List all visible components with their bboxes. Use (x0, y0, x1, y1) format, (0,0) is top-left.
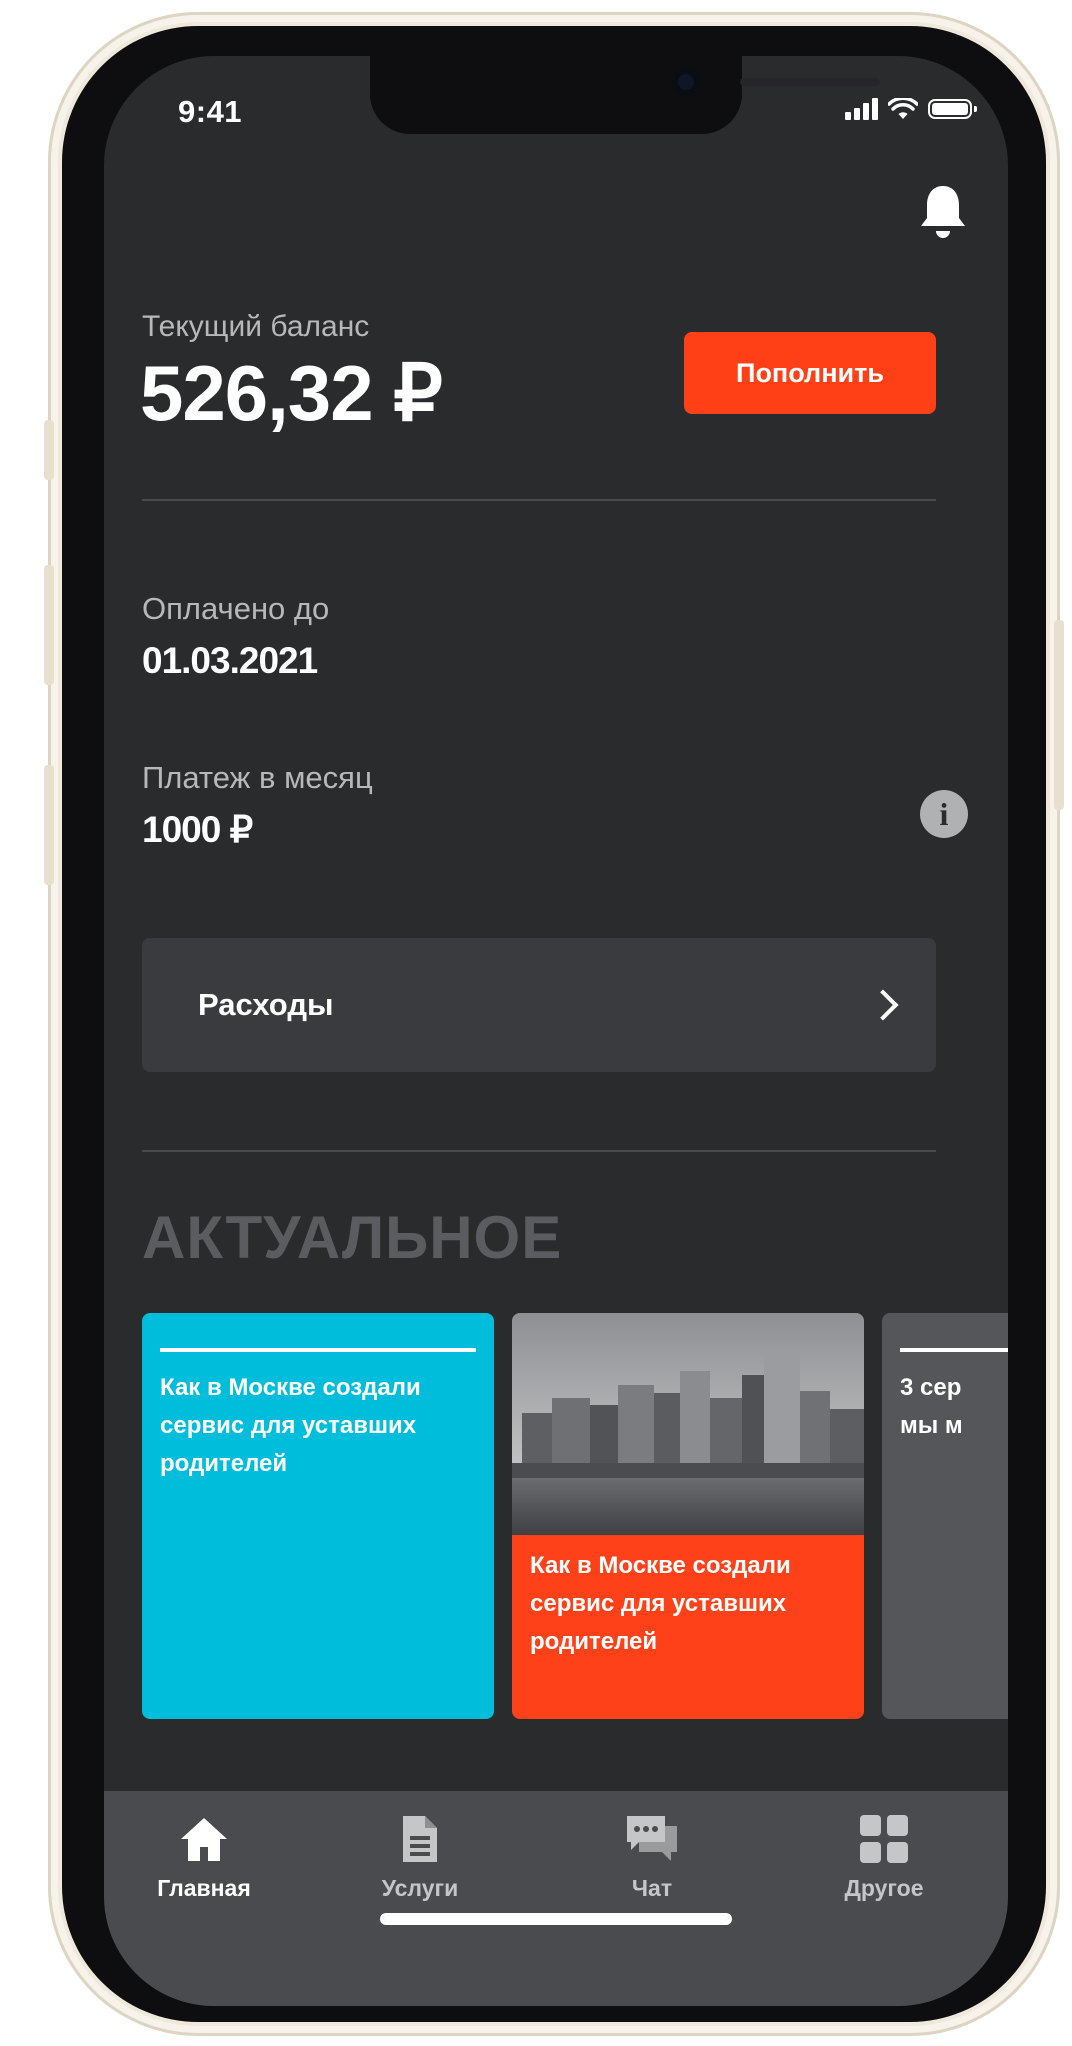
topup-button[interactable]: Пополнить (684, 332, 936, 414)
grid-icon (860, 1815, 908, 1863)
status-icons (845, 98, 977, 120)
tab-label: Чат (631, 1875, 673, 1901)
speaker (740, 78, 880, 86)
silent-switch (44, 420, 54, 480)
expenses-label: Расходы (198, 987, 334, 1022)
news-card[interactable]: Как в Москве создали сервис для уставших… (512, 1313, 864, 1719)
battery-icon (928, 99, 977, 119)
home-icon (181, 1818, 227, 1861)
paid-until-label: Оплачено до (142, 591, 330, 626)
home-indicator[interactable] (380, 1913, 732, 1925)
card-title: 3 сер мы м (900, 1374, 963, 1439)
expenses-row[interactable]: Расходы (142, 938, 936, 1072)
paid-until-value: 01.03.2021 (142, 640, 318, 681)
tab-label: Другое (844, 1875, 924, 1901)
info-icon[interactable]: i (920, 790, 968, 838)
chat-icon (627, 1816, 677, 1861)
tab-label: Услуги (381, 1875, 459, 1901)
notch (370, 56, 880, 134)
front-camera (672, 68, 700, 96)
tab-chat[interactable]: Чат (552, 1811, 752, 1902)
tab-bar: Главная Услуги Чат Другое (104, 1791, 1008, 2006)
power-button (1054, 620, 1064, 810)
monthly-payment-value: 1000 ₽ (142, 809, 253, 850)
card-title: Как в Москве создали сервис для уставших… (530, 1552, 791, 1655)
monthly-payment-label: Платеж в месяц (142, 760, 373, 795)
tab-label: Главная (157, 1875, 251, 1901)
tab-services[interactable]: Услуги (320, 1811, 520, 1902)
volume-up-button (44, 565, 54, 685)
tab-other[interactable]: Другое (784, 1811, 984, 1902)
card-accent-line (160, 1348, 476, 1352)
bell-icon[interactable] (918, 182, 968, 242)
document-icon (403, 1816, 437, 1862)
balance-label: Текущий баланс (142, 310, 370, 343)
signal-icon (845, 98, 878, 120)
wifi-icon (888, 98, 918, 119)
section-title: АКТУАЛЬНОЕ (142, 1204, 563, 1271)
status-time: 9:41 (178, 94, 243, 129)
divider (142, 499, 936, 501)
app-screen: 9:41 Текущий баланс 526,32 ₽ Пополнить О… (104, 56, 1008, 2006)
balance-value: 526,32 ₽ (140, 349, 443, 437)
divider (142, 1150, 936, 1152)
chevron-right-icon (867, 989, 899, 1021)
news-card[interactable]: 3 сер мы м (882, 1313, 1008, 1719)
card-photo (512, 1313, 864, 1535)
card-title: Как в Москве создали сервис для уставших… (160, 1374, 421, 1477)
volume-down-button (44, 765, 54, 885)
card-accent-line (900, 1348, 1008, 1352)
tab-home[interactable]: Главная (104, 1811, 304, 1902)
news-card[interactable]: Как в Москве создали сервис для уставших… (142, 1313, 494, 1719)
